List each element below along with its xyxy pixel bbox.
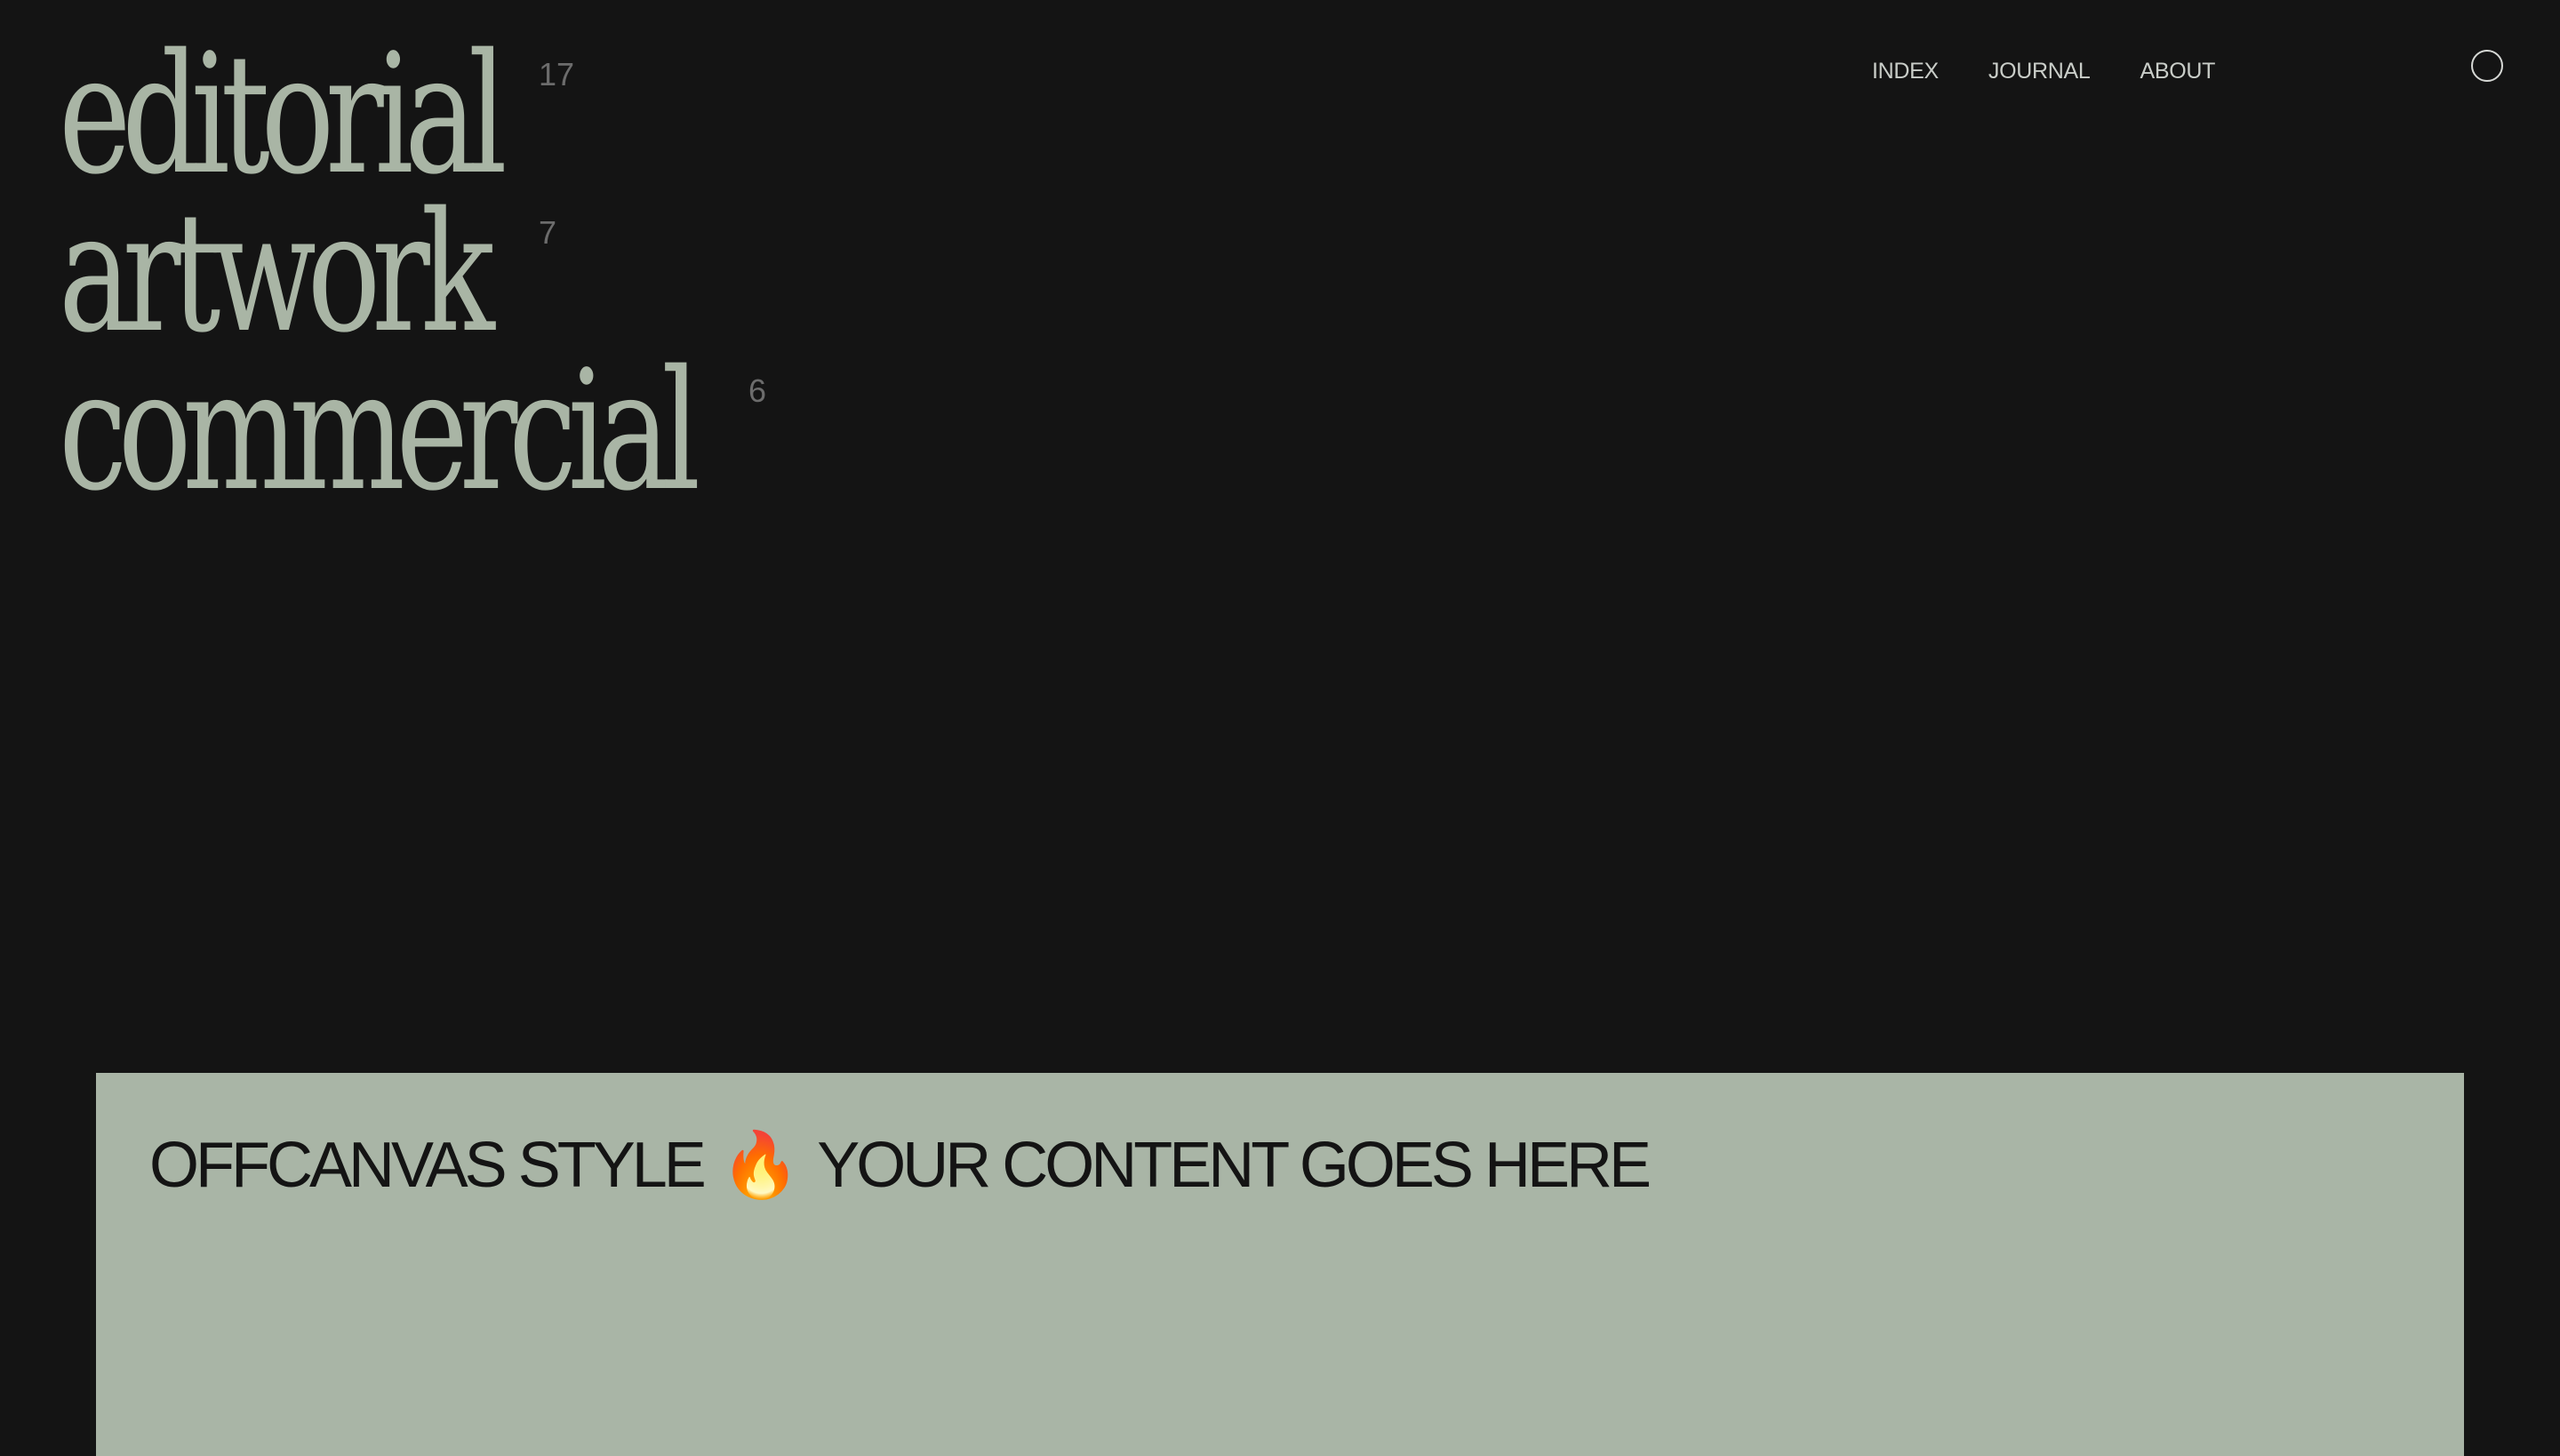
- category-label[interactable]: artwork: [59, 190, 495, 356]
- category-count: 17: [539, 56, 575, 92]
- offcanvas-heading-tail: YOUR CONTENT GOES HERE: [817, 1130, 1652, 1201]
- category-label[interactable]: commercial: [59, 348, 700, 514]
- circle-icon[interactable]: [2471, 50, 2503, 82]
- category-list: editorial 17 artwork 7 commercial 6: [59, 32, 914, 514]
- offcanvas-panel: OFFCANVAS STYLE 🔥 YOUR CONTENT GOES HERE: [96, 1073, 2464, 1456]
- category-artwork[interactable]: artwork 7: [59, 190, 914, 356]
- category-editorial[interactable]: editorial 17: [59, 32, 914, 197]
- category-commercial[interactable]: commercial 6: [59, 348, 914, 514]
- nav-index-link[interactable]: INDEX: [1872, 57, 1939, 85]
- nav-journal-link[interactable]: JOURNAL: [1988, 57, 2091, 85]
- fire-icon: 🔥: [720, 1130, 801, 1201]
- offcanvas-heading: OFFCANVAS STYLE 🔥 YOUR CONTENT GOES HERE: [149, 1126, 1652, 1204]
- category-count: 6: [748, 372, 767, 409]
- nav-about-link[interactable]: ABOUT: [2140, 57, 2216, 85]
- main-nav: INDEX JOURNAL ABOUT: [1872, 57, 2215, 85]
- offcanvas-heading-lead: OFFCANVAS STYLE: [149, 1130, 707, 1201]
- category-count: 7: [539, 214, 557, 251]
- category-label[interactable]: editorial: [59, 32, 508, 197]
